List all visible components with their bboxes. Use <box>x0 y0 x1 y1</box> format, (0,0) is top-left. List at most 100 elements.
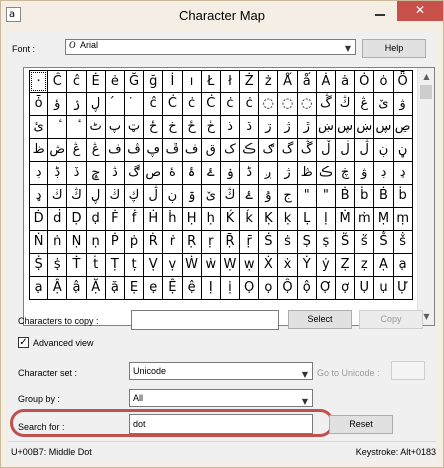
character-cell[interactable]: ḥ <box>201 208 221 231</box>
character-cell[interactable]: ڞ <box>48 139 68 162</box>
character-cell[interactable]: Ǻ <box>278 70 298 93</box>
character-cell[interactable]: ĉ <box>67 70 87 93</box>
character-cell[interactable]: Ṙ <box>144 231 164 254</box>
reset-button[interactable]: Reset <box>329 415 393 434</box>
close-button[interactable]: ✕ <box>397 1 443 21</box>
character-cell[interactable]: Ṅ <box>29 231 49 254</box>
character-cell[interactable]: ḱ <box>240 208 260 231</box>
help-button[interactable]: Help <box>362 39 426 58</box>
character-cell[interactable]: ẓ <box>355 254 375 277</box>
character-cell[interactable]: ṣ <box>316 231 336 254</box>
character-cell[interactable]: ṙ <box>163 231 183 254</box>
character-cell[interactable]: Ṡ <box>259 231 279 254</box>
character-cell[interactable]: ڦ <box>163 139 183 162</box>
character-cell[interactable]: ڌ <box>240 116 260 139</box>
character-cell[interactable]: ڛ <box>374 116 394 139</box>
character-cell[interactable]: ڈ <box>240 162 260 185</box>
character-cell[interactable]: ḃ <box>393 185 413 208</box>
title-bar[interactable]: a Character Map ✕ <box>1 1 443 31</box>
character-cell[interactable]: ڸ <box>86 185 106 208</box>
character-cell[interactable]: ږ <box>259 162 279 185</box>
scroll-thumb[interactable] <box>420 85 432 99</box>
character-set-dropdown[interactable]: Unicode ▼ <box>129 362 313 380</box>
character-cell[interactable]: Ṿ <box>144 254 164 277</box>
character-cell[interactable]: ؤ <box>48 93 68 116</box>
font-dropdown[interactable]: O Arial ▼ <box>65 39 356 55</box>
character-cell[interactable]: ğ <box>144 70 164 93</box>
character-cell[interactable]: ṁ <box>355 208 375 231</box>
character-cell[interactable]: ċ <box>240 93 260 116</box>
character-cell[interactable]: ف <box>182 139 202 162</box>
character-cell[interactable]: ṥ <box>355 231 375 254</box>
character-cell[interactable]: Ẏ <box>297 254 317 277</box>
character-cell[interactable]: ژ <box>278 116 298 139</box>
character-cell[interactable]: ځ <box>182 116 202 139</box>
character-cell[interactable]: Ċ <box>201 93 221 116</box>
character-cell[interactable]: ḣ <box>163 208 183 231</box>
character-cell[interactable]: ị <box>220 277 241 300</box>
character-cell[interactable]: ı <box>182 70 202 93</box>
character-cell[interactable]: ڝ <box>393 116 413 139</box>
character-cell[interactable]: Ṁ <box>336 208 356 231</box>
character-cell[interactable]: ٔ <box>48 116 68 139</box>
copy-button[interactable]: Copy <box>359 310 423 329</box>
character-cell[interactable]: Ṗ <box>105 231 125 254</box>
character-cell[interactable]: ڿ <box>336 162 356 185</box>
character-cell[interactable]: ł <box>220 70 241 93</box>
character-cell[interactable]: ڬ <box>48 185 68 208</box>
character-cell[interactable]: ạ <box>29 277 49 300</box>
character-cell[interactable]: Ĉ <box>48 70 68 93</box>
character-cell[interactable]: ṧ <box>393 231 413 254</box>
search-input[interactable]: dot <box>129 414 313 434</box>
minimize-button[interactable] <box>369 4 391 20</box>
character-cell[interactable]: ṫ <box>86 254 106 277</box>
character-cell[interactable]: ف <box>105 139 125 162</box>
character-cell[interactable]: Ṣ <box>297 231 317 254</box>
character-cell[interactable]: İ <box>163 70 183 93</box>
character-cell[interactable]: ڰ <box>124 162 145 185</box>
character-cell[interactable]: ځ <box>144 116 164 139</box>
character-cell[interactable]: " <box>297 185 317 208</box>
character-cell[interactable]: Ğ <box>124 70 145 93</box>
character-cell[interactable]: ڬ <box>105 185 125 208</box>
character-cell[interactable]: Ṇ <box>67 231 87 254</box>
character-cell[interactable]: · <box>29 70 49 93</box>
character-cell[interactable]: ۋ <box>355 162 375 185</box>
character-cell[interactable]: ڊ <box>29 162 49 185</box>
character-cell[interactable]: ذ <box>220 116 241 139</box>
character-cell[interactable]: ṗ <box>124 231 145 254</box>
character-cell[interactable]: ṩ <box>48 254 68 277</box>
character-cell[interactable]: ڥ <box>144 139 164 162</box>
character-cell[interactable]: Ḍ <box>67 208 87 231</box>
character-cell[interactable]: Ḣ <box>144 208 164 231</box>
character-cell[interactable]: ặ <box>105 277 125 300</box>
character-cell[interactable]: ڠ <box>67 139 87 162</box>
character-cell[interactable]: ẏ <box>316 254 336 277</box>
character-cell[interactable]: ợ <box>336 277 356 300</box>
character-cell[interactable]: ḍ <box>86 208 106 231</box>
character-cell[interactable]: ۊ <box>182 185 202 208</box>
character-cell[interactable]: ݘ <box>86 162 106 185</box>
character-cell[interactable]: Ẉ <box>220 254 241 277</box>
character-cell[interactable]: Ẋ <box>259 254 279 277</box>
character-cell[interactable]: ệ <box>182 277 202 300</box>
character-cell[interactable]: ậ <box>67 277 87 300</box>
character-cell[interactable]: ڙ <box>297 116 317 139</box>
character-cell[interactable]: ڏ <box>67 162 87 185</box>
character-cell[interactable]: ́ <box>105 93 125 116</box>
character-cell[interactable]: ḋ <box>48 208 68 231</box>
character-cell[interactable]: ق <box>201 139 221 162</box>
character-cell[interactable]: ọ <box>259 277 279 300</box>
character-cell[interactable]: ڋ <box>48 162 68 185</box>
character-cell[interactable]: Ị <box>201 277 221 300</box>
character-cell[interactable]: ◌ <box>278 93 298 116</box>
character-cell[interactable]: Ȫ <box>393 70 413 93</box>
character-cell[interactable]: ښ <box>355 116 375 139</box>
character-cell[interactable]: Ọ <box>240 277 260 300</box>
character-cell[interactable]: Ẇ <box>182 254 202 277</box>
character-cell[interactable]: ṛ <box>201 231 221 254</box>
character-cell[interactable]: خ <box>163 116 183 139</box>
character-cell[interactable]: ڠ <box>86 139 106 162</box>
character-cell[interactable]: ٔ <box>67 116 87 139</box>
character-cell[interactable]: ◌ <box>297 93 317 116</box>
